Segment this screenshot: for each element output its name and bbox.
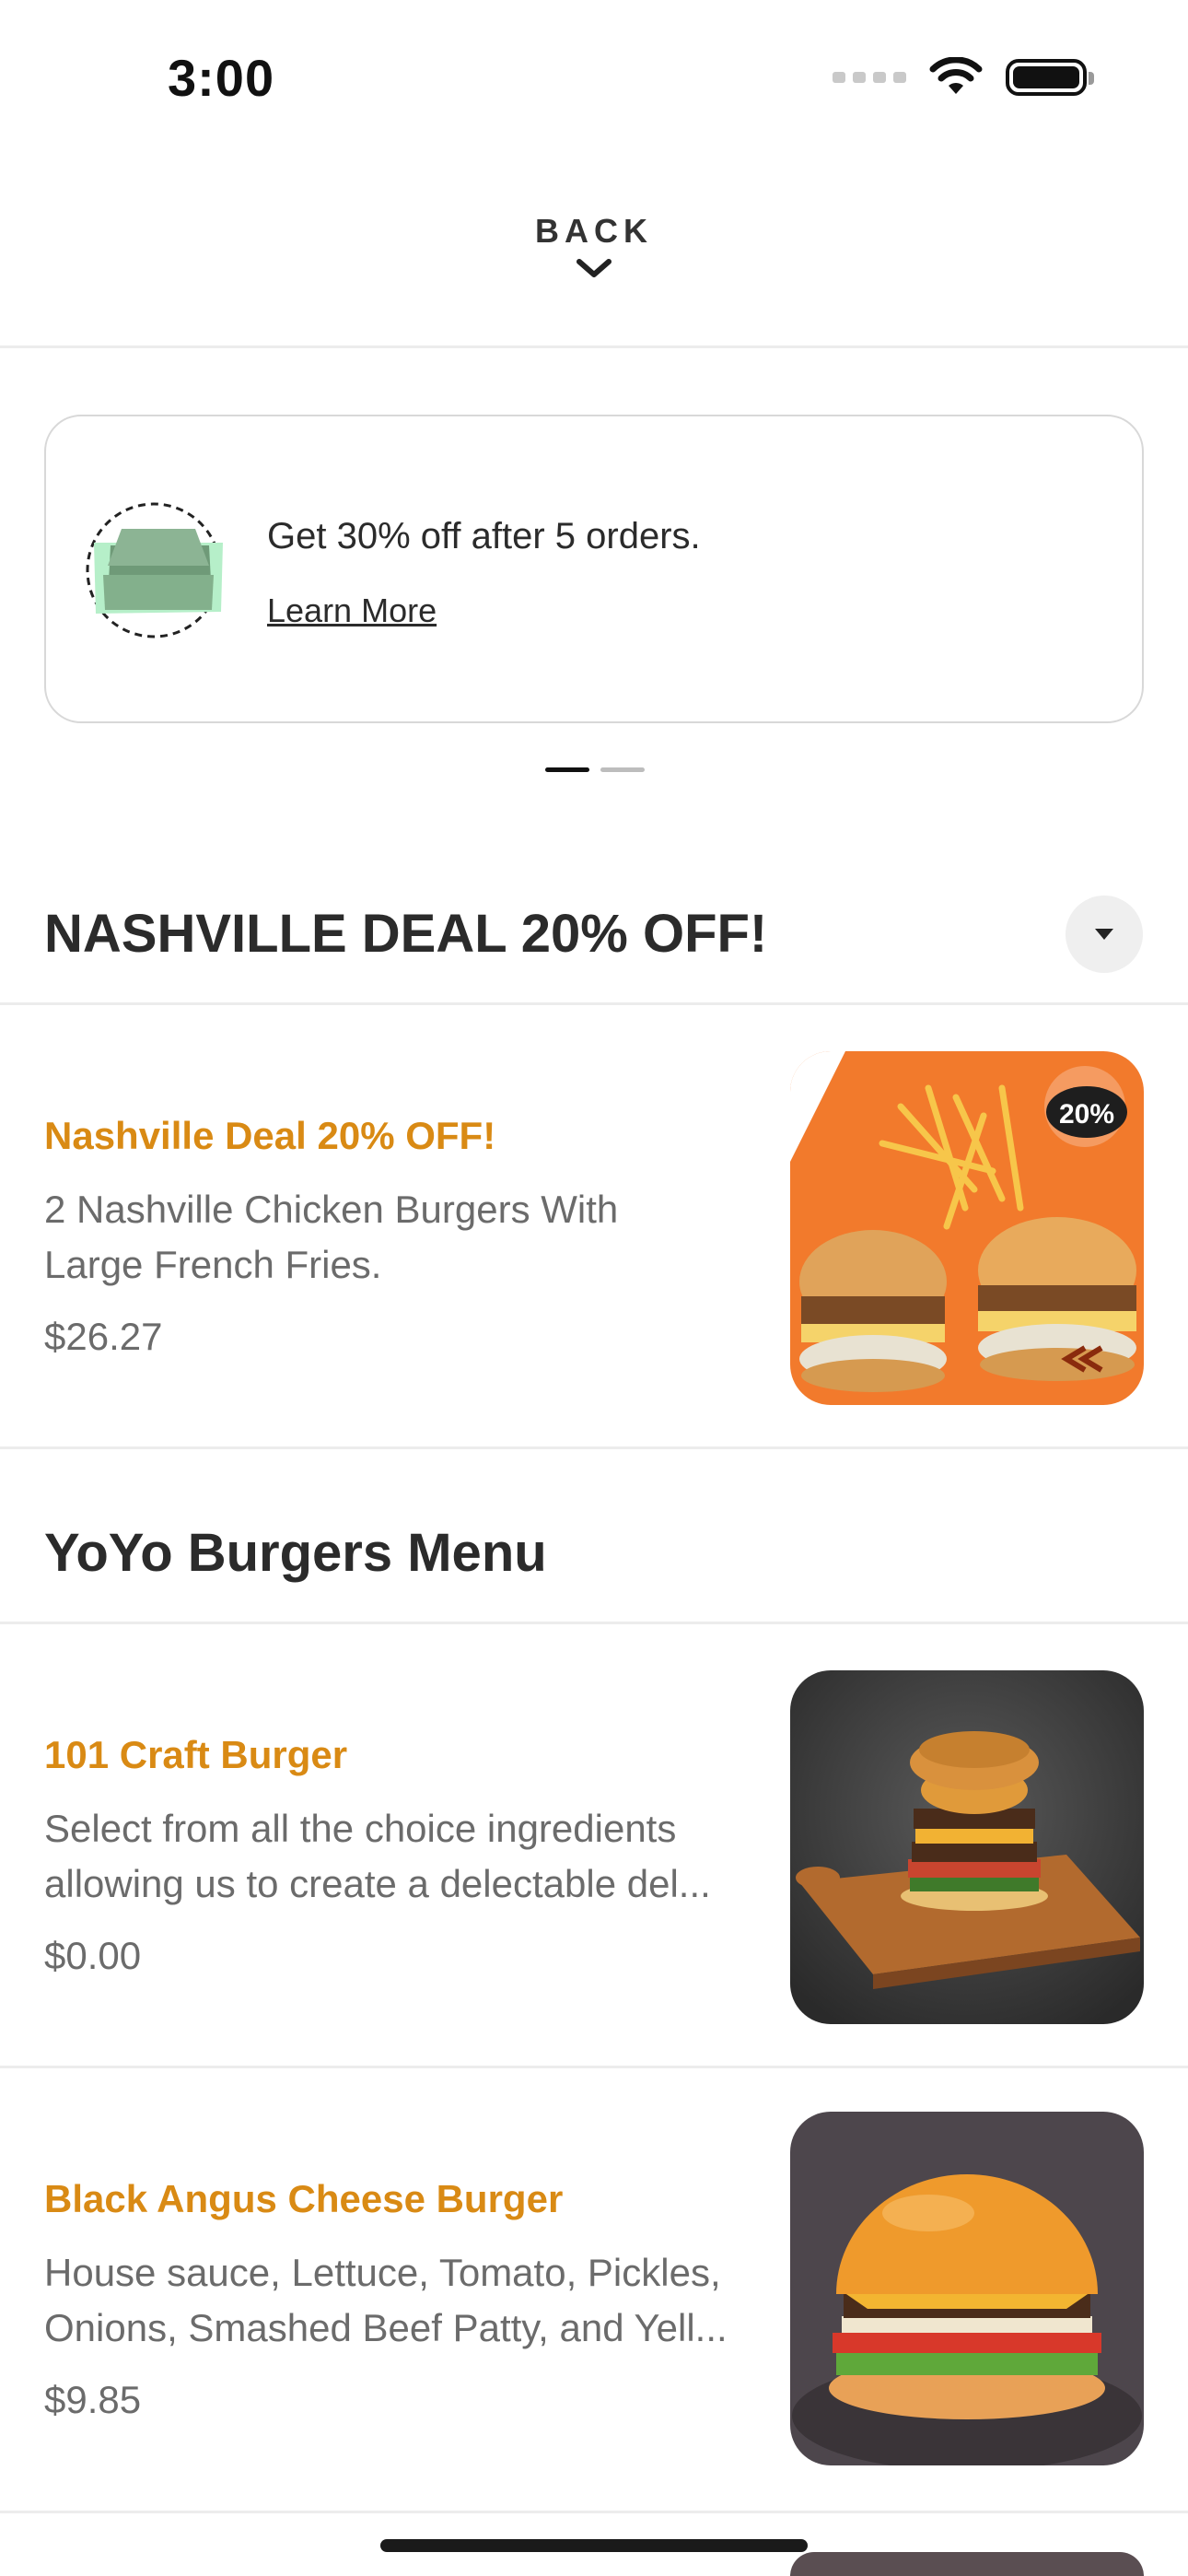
learn-more-link[interactable]: Learn More (267, 591, 437, 630)
item-description-line: Select from all the choice ingredients (44, 1807, 677, 1850)
promo-card[interactable]: Get 30% off after 5 orders. Learn More (44, 415, 1144, 723)
item-photo-nashville-deal: 20% (790, 1051, 1144, 1405)
menu-item-nashville-deal[interactable]: Nashville Deal 20% OFF! 2 Nashville Chic… (0, 1005, 1188, 1447)
battery-icon (1006, 59, 1094, 96)
item-photo-black-angus-cheese-burger (790, 2112, 1144, 2465)
item-price: $26.27 (44, 1315, 163, 1358)
item-description: 2 Nashville Chicken Burgers With Large F… (44, 1182, 763, 1293)
item-description-line: 2 Nashville Chicken Burgers With (44, 1188, 619, 1231)
wifi-icon (929, 57, 983, 94)
item-name: Nashville Deal 20% OFF! (44, 1114, 496, 1157)
section-title-menu: YoYo Burgers Menu (44, 1523, 547, 1583)
item-divider (0, 1446, 1188, 1449)
menu-item-101-craft-burger[interactable]: 101 Craft Burger Select from all the cho… (0, 1624, 1188, 2067)
item-description-line: Large French Fries. (44, 1243, 382, 1286)
header-divider (0, 345, 1188, 348)
item-description: Select from all the choice ingredients a… (44, 1801, 763, 1912)
item-description-line: House sauce, Lettuce, Tomato, Pickles, (44, 2251, 721, 2294)
item-description: House sauce, Lettuce, Tomato, Pickles, O… (44, 2245, 763, 2356)
item-name: 101 Craft Burger (44, 1733, 348, 1776)
section-collapse-button[interactable] (1066, 896, 1143, 973)
item-price: $0.00 (44, 1934, 142, 1977)
item-price: $9.85 (44, 2378, 142, 2421)
item-name: Black Angus Cheese Burger (44, 2177, 564, 2220)
back-button[interactable]: BACK (0, 212, 1188, 282)
status-bar: 3:00 (0, 0, 1188, 157)
section-title-nashville: NASHVILLE DEAL 20% OFF! (44, 904, 768, 964)
item-divider (0, 2511, 1188, 2513)
item-photo-next (790, 2552, 1144, 2576)
promo-text: Get 30% off after 5 orders. (267, 516, 701, 556)
status-icons (833, 57, 1094, 98)
menu-item-black-angus-cheese-burger[interactable]: Black Angus Cheese Burger House sauce, L… (0, 2068, 1188, 2511)
chevron-down-icon (577, 259, 611, 277)
cellular-signal-icon (833, 72, 906, 83)
item-description-line: Onions, Smashed Beef Patty, and Yell... (44, 2306, 728, 2349)
status-time: 3:00 (168, 49, 275, 107)
item-photo-101-craft-burger (790, 1670, 1144, 2024)
pager-dot[interactable] (600, 767, 645, 772)
pager-dot-active[interactable] (545, 767, 589, 772)
home-indicator[interactable] (380, 2539, 808, 2552)
item-description-line: allowing us to create a delectable del..… (44, 1862, 711, 1905)
carousel-pager[interactable] (545, 767, 645, 772)
caret-down-icon (1095, 929, 1113, 940)
loyalty-box-icon (86, 502, 223, 638)
back-label: BACK (535, 212, 653, 250)
item-badge: 20% (1059, 1099, 1114, 1130)
